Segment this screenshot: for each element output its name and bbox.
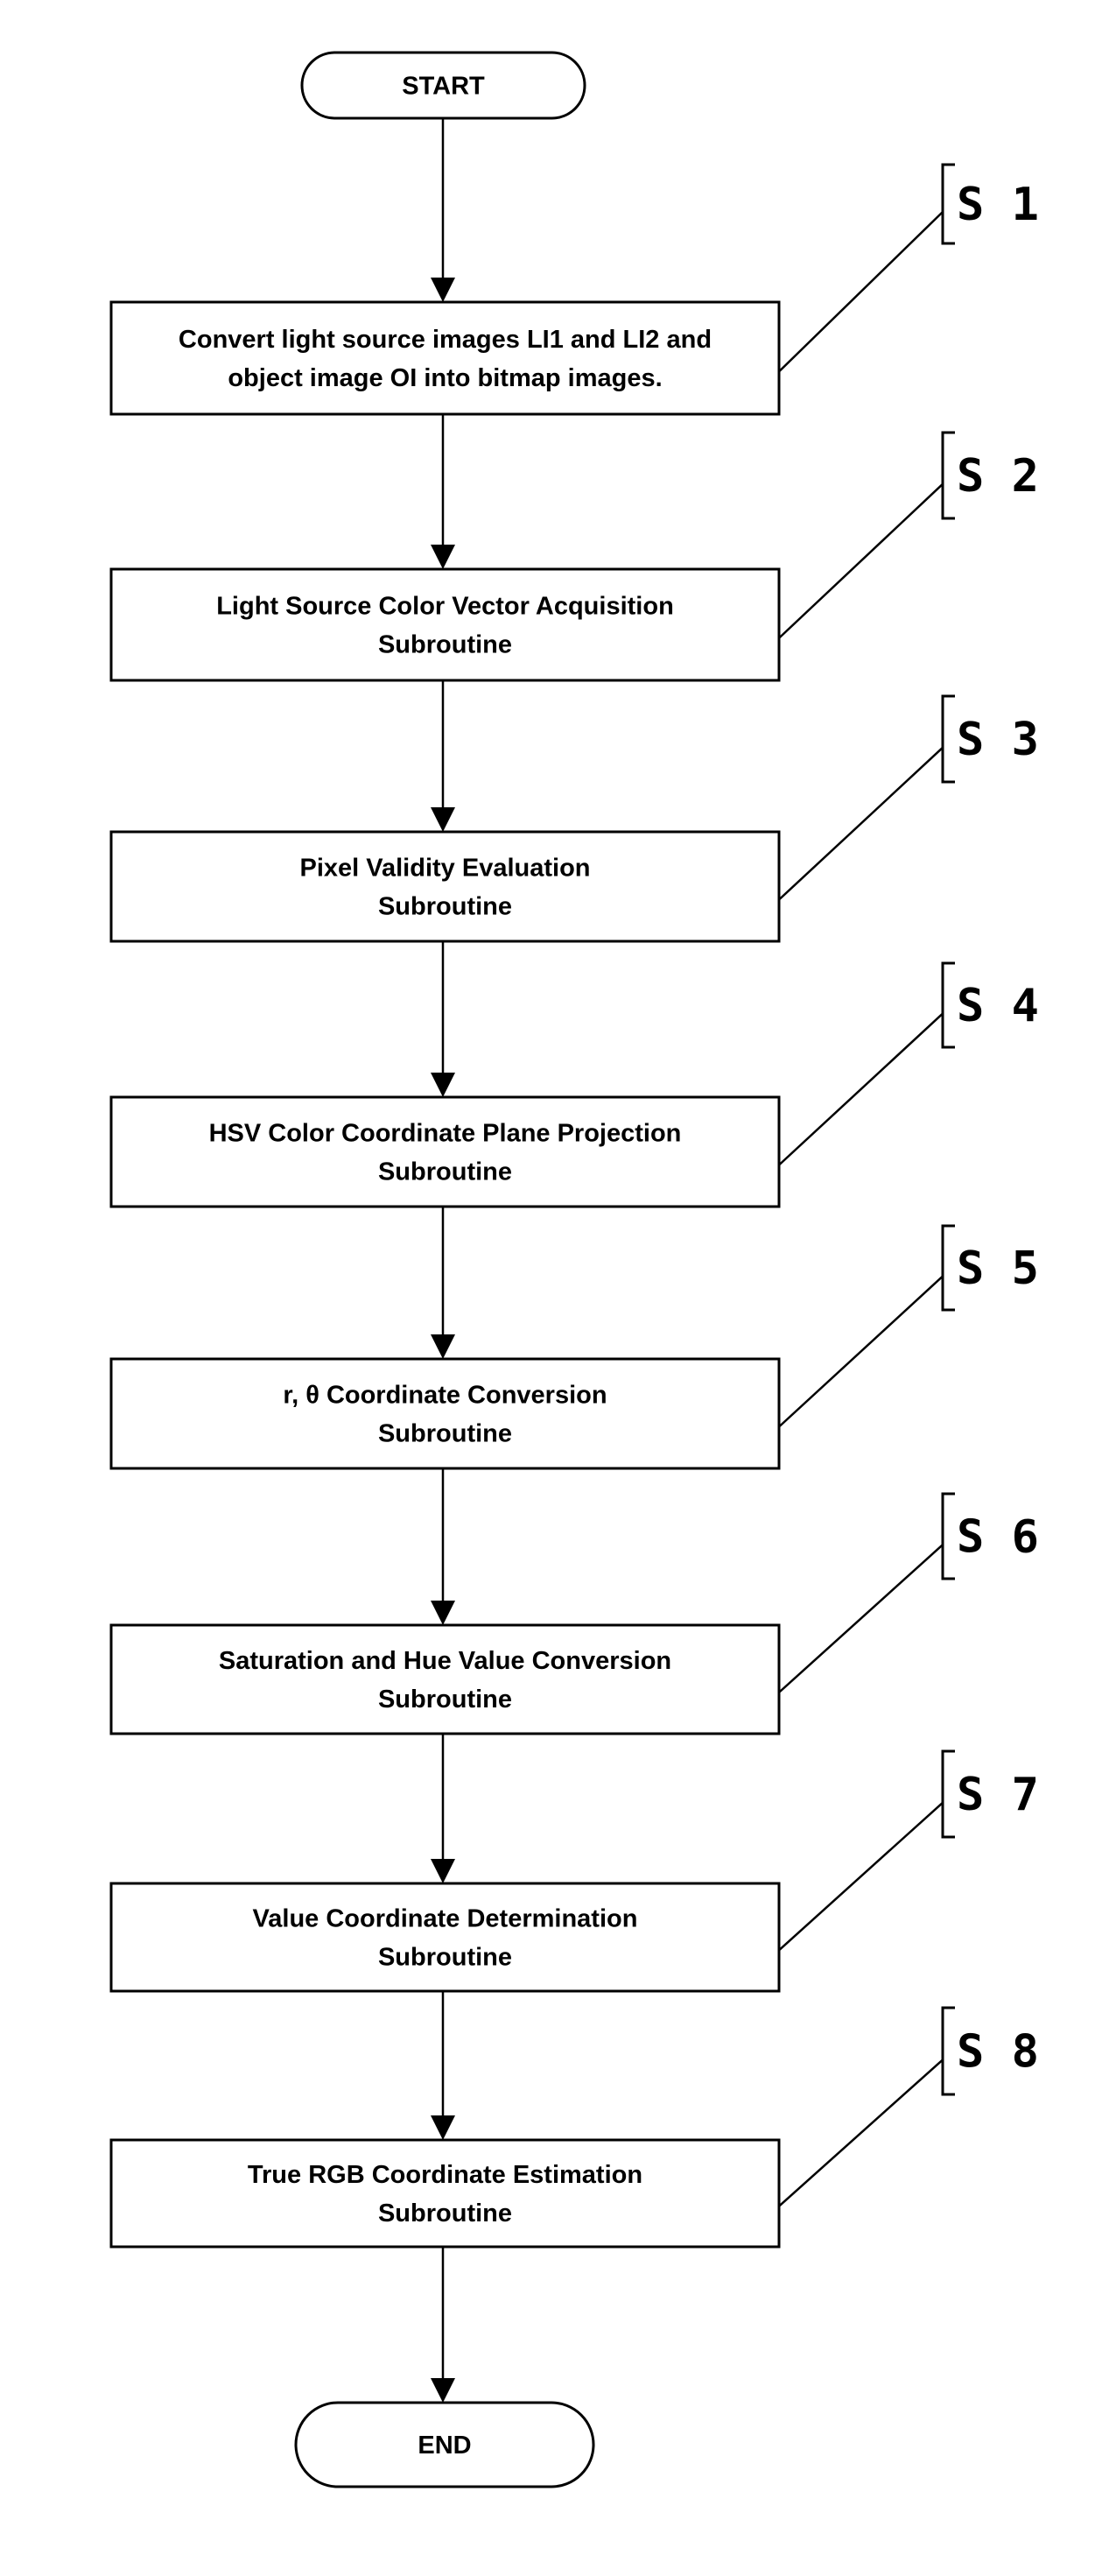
step-label-text: S 1 <box>957 179 1039 231</box>
label-bracket <box>941 694 955 784</box>
label-bracket <box>941 961 955 1049</box>
label-bracket <box>941 163 955 245</box>
step-label-text: S 7 <box>957 1769 1039 1821</box>
arrowhead-icon <box>431 1859 455 1883</box>
process-box <box>109 567 781 682</box>
label-bracket <box>941 1492 955 1580</box>
arrowhead-icon <box>431 2115 455 2140</box>
arrow-s5-to-s6 <box>431 1468 455 1625</box>
arrowhead-icon <box>431 545 455 569</box>
process-box <box>109 830 781 943</box>
step-label-text: S 3 <box>957 714 1039 766</box>
arrow-s7-to-s8 <box>431 1991 455 2140</box>
process-text-line: Saturation and Hue Value Conversion <box>219 1647 671 1675</box>
step-label-8: S 8 <box>778 2006 1039 2207</box>
arrowhead-icon <box>431 807 455 832</box>
step-label-6: S 6 <box>778 1492 1039 1693</box>
process-step-8: True RGB Coordinate Estimation Subroutine <box>109 2138 781 2249</box>
arrow-start-to-s1 <box>431 118 455 302</box>
step-label-1: S 1 <box>778 163 1039 373</box>
process-box <box>109 1623 781 1735</box>
arrow-s4-to-s5 <box>431 1207 455 1359</box>
process-step-7: Value Coordinate Determination Subroutine <box>109 1882 781 1993</box>
arrow-s1-to-s2 <box>431 414 455 569</box>
process-step-5: r, θ Coordinate Conversion Subroutine <box>109 1357 781 1470</box>
process-text-line: r, θ Coordinate Conversion <box>283 1382 607 1410</box>
process-box <box>109 2138 781 2249</box>
start-terminal-label: START <box>402 73 485 101</box>
leader-line <box>778 1275 944 1428</box>
arrow-s2-to-s3 <box>431 680 455 832</box>
step-label-text: S 6 <box>957 1511 1039 1564</box>
process-text-line: object image OI into bitmap images. <box>228 364 662 392</box>
label-bracket <box>941 431 955 520</box>
process-text-line: True RGB Coordinate Estimation <box>248 2161 642 2189</box>
arrow-s3-to-s4 <box>431 941 455 1097</box>
process-text-line: Subroutine <box>378 2199 512 2228</box>
process-text-line: Light Source Color Vector Acquisition <box>216 593 674 621</box>
start-terminal: START <box>300 51 586 120</box>
process-step-6: Saturation and Hue Value Conversion Subro… <box>109 1623 781 1735</box>
step-label-text: S 5 <box>957 1242 1039 1295</box>
process-text-line: Subroutine <box>378 1158 512 1186</box>
step-label-5: S 5 <box>778 1224 1039 1428</box>
process-text-line: Subroutine <box>378 631 512 659</box>
label-bracket <box>941 1224 955 1312</box>
leader-line <box>778 1544 944 1693</box>
leader-line <box>778 1012 944 1166</box>
process-step-4: HSV Color Coordinate Plane Projection Sub… <box>109 1095 781 1208</box>
end-terminal: END <box>294 2401 595 2488</box>
process-box <box>109 300 781 416</box>
step-label-3: S 3 <box>778 694 1039 901</box>
arrowhead-icon <box>431 278 455 302</box>
arrow-s8-to-end <box>431 2247 455 2403</box>
leader-line <box>778 2059 944 2207</box>
process-text-line: Pixel Validity Evaluation <box>299 855 590 883</box>
arrowhead-icon <box>431 1334 455 1359</box>
arrowhead-icon <box>431 1601 455 1625</box>
process-box <box>109 1095 781 1208</box>
process-text-line: HSV Color Coordinate Plane Projection <box>209 1120 682 1148</box>
process-step-2: Light Source Color Vector Acquisition Sub… <box>109 567 781 682</box>
process-text-line: Convert light source images LI1 and LI2 … <box>179 326 712 354</box>
process-text-line: Subroutine <box>378 893 512 921</box>
process-text-line: Subroutine <box>378 1944 512 1972</box>
process-box <box>109 1357 781 1470</box>
step-label-text: S 8 <box>957 2026 1039 2079</box>
step-label-text: S 4 <box>957 980 1039 1032</box>
process-step-1: Convert light source images LI1 and LI2 … <box>109 300 781 416</box>
process-text-line: Subroutine <box>378 1420 512 1448</box>
process-text-line: Value Coordinate Determination <box>253 1905 638 1933</box>
step-label-7: S 7 <box>778 1749 1039 1952</box>
arrow-s6-to-s7 <box>431 1734 455 1883</box>
arrowhead-icon <box>431 2378 455 2403</box>
arrowhead-icon <box>431 1073 455 1097</box>
flowchart: START Convert light source images LI1 and… <box>109 51 1039 2488</box>
leader-line <box>778 211 944 373</box>
step-label-4: S 4 <box>778 961 1039 1166</box>
process-text-line: Subroutine <box>378 1686 512 1714</box>
step-label-2: S 2 <box>778 431 1039 639</box>
leader-line <box>778 746 944 901</box>
leader-line <box>778 1801 944 1952</box>
label-bracket <box>941 2006 955 2096</box>
step-label-text: S 2 <box>957 450 1039 503</box>
process-box <box>109 1882 781 1993</box>
end-terminal-label: END <box>418 2432 471 2460</box>
process-step-3: Pixel Validity Evaluation Subroutine <box>109 830 781 943</box>
label-bracket <box>941 1749 955 1839</box>
leader-line <box>778 482 944 639</box>
